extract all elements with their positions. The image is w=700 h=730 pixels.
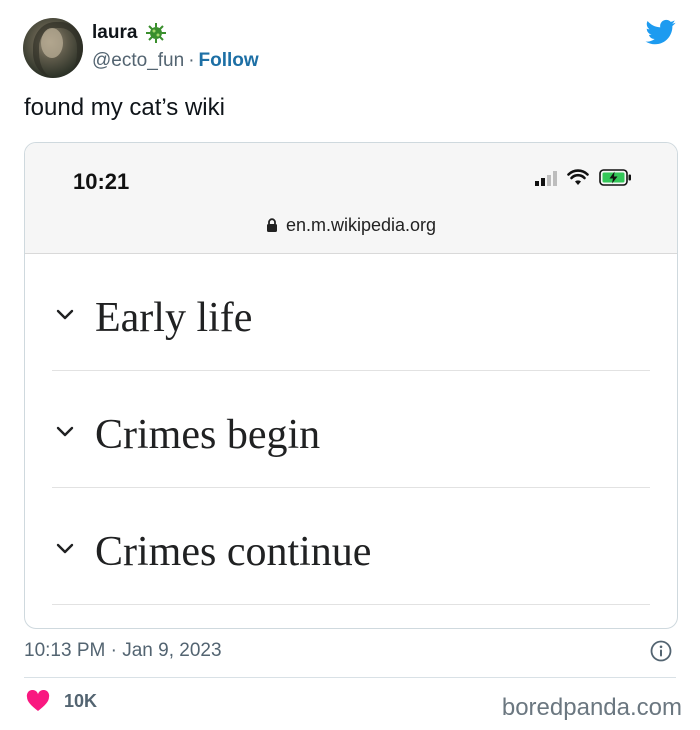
lock-icon: [266, 218, 277, 232]
chevron-down-icon: [56, 543, 74, 554]
section-label: Early life: [95, 295, 253, 341]
avatar-face: [41, 28, 63, 58]
phone-status-area: 10:21 en.m.wikipedia.org: [25, 143, 677, 254]
chevron-down-icon: [56, 309, 74, 320]
media-card[interactable]: 10:21 en.m.wikipedia.org Early life Crim…: [24, 142, 678, 629]
cellular-signal-icon: [535, 170, 557, 186]
section-divider: [52, 604, 650, 605]
virus-emoji-icon: [146, 23, 167, 43]
like-count: 10K: [64, 690, 98, 711]
chevron-down-icon: [56, 426, 74, 437]
battery-charging-icon: [599, 169, 631, 186]
watermark: boredpanda.com: [501, 694, 682, 721]
section-crimes-continue[interactable]: Crimes continue: [25, 488, 677, 605]
phone-time: 10:21: [73, 169, 130, 194]
tweet-timestamp[interactable]: 10:13 PM · Jan 9, 2023: [24, 640, 222, 662]
follow-button[interactable]: Follow: [199, 50, 259, 71]
author-name[interactable]: laura: [92, 22, 137, 44]
tweet-text: found my cat’s wiki: [24, 94, 225, 121]
address-bar[interactable]: en.m.wikipedia.org: [25, 215, 677, 236]
footer-divider: [24, 677, 676, 678]
heart-icon: [26, 690, 50, 711]
author-handle[interactable]: @ecto_fun: [92, 50, 184, 71]
section-crimes-begin[interactable]: Crimes begin: [25, 371, 677, 488]
url-text: en.m.wikipedia.org: [285, 215, 437, 235]
section-early-life[interactable]: Early life: [25, 254, 677, 371]
section-label: Crimes begin: [95, 412, 321, 458]
section-label: Crimes continue: [95, 529, 372, 575]
wiki-sections: Early life Crimes begin Crimes continue: [25, 254, 677, 605]
author-name-row[interactable]: laura: [92, 22, 167, 44]
wifi-icon: [567, 169, 589, 185]
handle-row: @ecto_fun · Follow: [92, 50, 259, 72]
separator: ·: [188, 50, 195, 71]
status-icons: [535, 169, 633, 186]
info-icon[interactable]: [650, 640, 672, 662]
avatar[interactable]: [23, 18, 83, 78]
twitter-bird-icon[interactable]: [644, 17, 678, 47]
like-button[interactable]: 10K: [26, 690, 97, 712]
